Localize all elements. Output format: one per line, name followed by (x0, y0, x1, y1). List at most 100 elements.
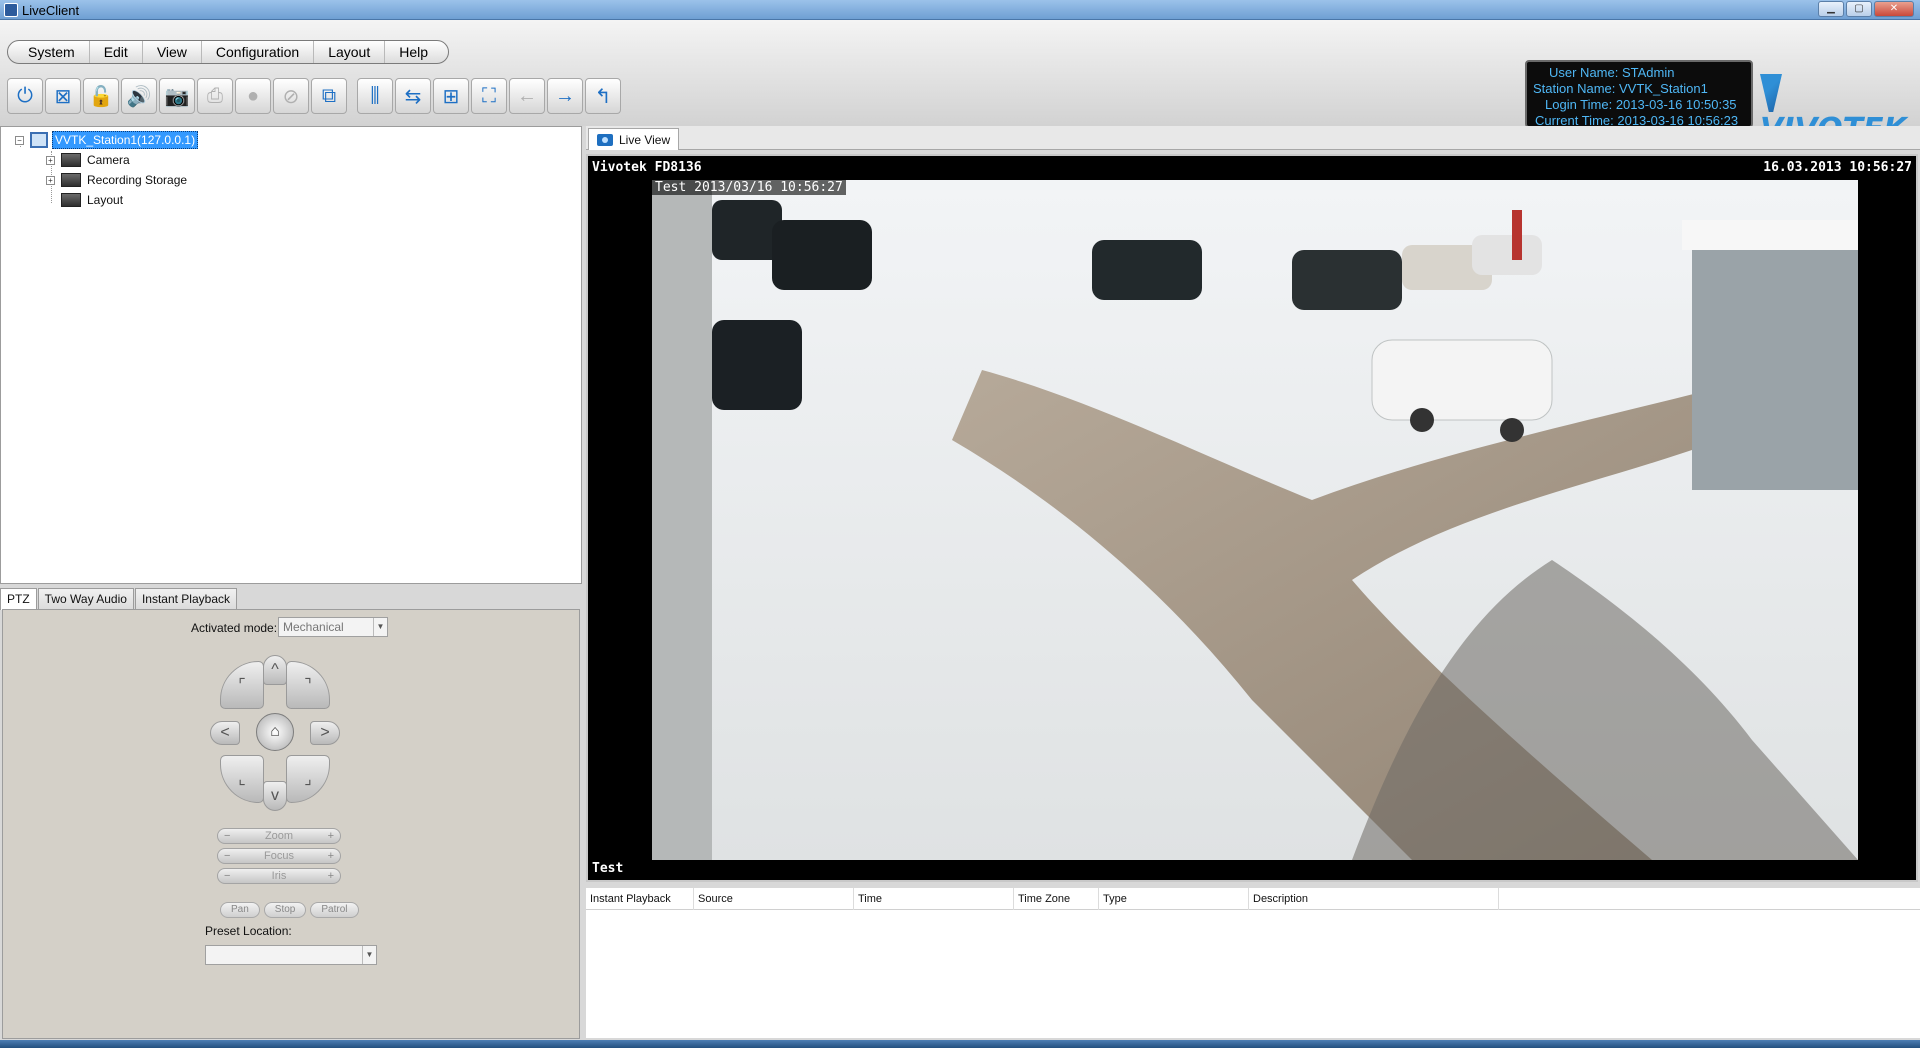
expand-icon[interactable]: + (46, 155, 55, 165)
print-icon[interactable]: ⎙ (197, 78, 233, 114)
ptz-joystick: ⌜ ^ ⌝ < > ⌞ v ⌟ ⌂ (210, 655, 340, 815)
menu-bar: System Edit View Configuration Layout He… (7, 40, 450, 64)
window-title: LiveClient (22, 3, 80, 18)
focus-label: Focus (264, 850, 294, 862)
tree-root-label: VVTK_Station1(127.0.0.1) (52, 131, 199, 149)
patrol-button[interactable]: Patrol (310, 902, 359, 918)
column-time-zone[interactable]: Time Zone (1014, 888, 1099, 910)
menu-configuration[interactable]: Configuration (202, 41, 315, 63)
preset-location-select[interactable]: ▼ (205, 945, 377, 965)
move-right-button[interactable]: > (310, 721, 340, 745)
snapshot-camera-icon[interactable]: 📷 (159, 78, 195, 114)
view-tabbar: Live View (586, 126, 1920, 150)
activated-mode-label: Activated mode: (191, 621, 278, 635)
preset-location-label: Preset Location: (205, 924, 292, 938)
folder-icon (61, 193, 81, 207)
return-icon[interactable]: ↰ (585, 78, 621, 114)
lock-icon[interactable]: 🔓 (83, 78, 119, 114)
tab-ptz[interactable]: PTZ (0, 588, 37, 610)
live-video-frame[interactable]: Vivotek FD8136 16.03.2013 10:56:27 Test … (586, 154, 1918, 882)
network-disconnect-icon[interactable]: ⊠ (45, 78, 81, 114)
column-description[interactable]: Description (1249, 888, 1499, 910)
tab-live-view[interactable]: Live View (588, 128, 680, 150)
tree-item-label: Recording Storage (87, 173, 188, 187)
maximize-button[interactable]: ▢ (1846, 1, 1872, 17)
fullscreen-icon[interactable]: ⛶ (471, 78, 507, 114)
chevron-down-icon: ▼ (362, 946, 376, 964)
tree-item-camera[interactable]: + Camera (46, 151, 130, 169)
computer-icon (30, 132, 48, 148)
tree-item-layout[interactable]: Layout (61, 191, 123, 209)
minimize-button[interactable]: ▁ (1818, 1, 1844, 17)
pan-button[interactable]: Pan (220, 902, 260, 918)
tree-item-label: Camera (87, 153, 130, 167)
move-down-left-button[interactable]: ⌞ (220, 755, 264, 803)
camera-name: Vivotek FD8136 (592, 160, 702, 175)
tab-instant-playback[interactable]: Instant Playback (134, 588, 237, 610)
camera-icon (597, 133, 613, 146)
login-time: Login Time: 2013-03-16 10:50:35 (1545, 97, 1737, 112)
sequence-icon[interactable]: ⇆ (395, 78, 431, 114)
chevron-down-icon: ▼ (373, 618, 387, 636)
switch-view-icon[interactable]: ⧉ (311, 78, 347, 114)
os-taskbar (0, 1040, 1920, 1048)
folder-icon (61, 173, 81, 187)
playback-table-body (586, 910, 1920, 1038)
tree-item-label: Layout (87, 193, 124, 207)
zoom-control[interactable]: − Zoom + (217, 828, 341, 844)
column-time[interactable]: Time (854, 888, 1014, 910)
activated-mode-select[interactable]: Mechanical ▼ (278, 617, 388, 637)
zoom-label: Zoom (264, 830, 294, 842)
zoom-plus-button[interactable]: + (328, 830, 334, 842)
column-source[interactable]: Source (694, 888, 854, 910)
move-up-left-button[interactable]: ⌜ (220, 661, 264, 709)
focus-control[interactable]: − Focus + (217, 848, 341, 864)
tree-item-recording-storage[interactable]: + Recording Storage (46, 171, 187, 189)
move-down-right-button[interactable]: ⌟ (286, 755, 330, 803)
home-icon[interactable]: ⌂ (256, 713, 294, 751)
stop-icon[interactable]: ⊘ (273, 78, 309, 114)
record-icon[interactable]: ● (235, 78, 271, 114)
menu-edit[interactable]: Edit (90, 41, 143, 63)
camera-feed-image: Test 2013/03/16 10:56:27 (652, 180, 1858, 860)
move-down-button[interactable]: v (263, 781, 287, 811)
tree-root[interactable]: − VVTK_Station1(127.0.0.1) (15, 131, 199, 149)
header-area: System Edit View Configuration Layout He… (0, 20, 1920, 147)
toolbar: ⏻ ⊠ 🔓 🔊 📷 ⎙ ● ⊘ ⧉ ⫼ ⇆ ⊞ ⛶ ← → ↰ (7, 78, 621, 114)
video-osd-text: Test 2013/03/16 10:56:27 (652, 180, 846, 195)
split-view-icon[interactable]: ⫼ (357, 78, 393, 114)
playback-table-header: Instant Playback Source Time Time Zone T… (586, 888, 1920, 910)
menu-help[interactable]: Help (385, 41, 442, 63)
expand-icon[interactable]: + (46, 175, 55, 185)
back-arrow-icon[interactable]: ← (509, 78, 545, 114)
ptz-panel: Activated mode: Mechanical ▼ ⌜ ^ ⌝ < > ⌞… (2, 609, 580, 1039)
grid-layout-icon[interactable]: ⊞ (433, 78, 469, 114)
iris-control[interactable]: − Iris + (217, 868, 341, 884)
tab-live-view-label: Live View (619, 132, 671, 147)
stop-button[interactable]: Stop (263, 902, 307, 918)
video-bottom-label: Test (592, 861, 624, 876)
folder-icon (61, 153, 81, 167)
column-type[interactable]: Type (1099, 888, 1249, 910)
menu-layout[interactable]: Layout (314, 41, 386, 63)
move-up-right-button[interactable]: ⌝ (286, 661, 330, 709)
session-info: User Name: STAdmin Station Name: VVTK_St… (1525, 60, 1753, 128)
user-name: User Name: STAdmin (1549, 65, 1675, 80)
device-tree-panel: − VVTK_Station1(127.0.0.1) + Camera + Re… (0, 126, 582, 584)
forward-arrow-icon[interactable]: → (547, 78, 583, 114)
speaker-icon[interactable]: 🔊 (121, 78, 157, 114)
column-instant-playback[interactable]: Instant Playback (586, 888, 694, 910)
iris-label: Iris (271, 870, 287, 882)
close-button[interactable]: ✕ (1874, 1, 1914, 17)
app-icon (4, 3, 18, 17)
tab-two-way-audio[interactable]: Two Way Audio (37, 588, 134, 610)
iris-plus-button[interactable]: + (328, 870, 334, 882)
move-up-button[interactable]: ^ (263, 655, 287, 685)
menu-system[interactable]: System (14, 41, 90, 63)
focus-plus-button[interactable]: + (328, 850, 334, 862)
move-left-button[interactable]: < (210, 721, 240, 745)
collapse-icon[interactable]: − (15, 135, 24, 145)
menu-view[interactable]: View (143, 41, 202, 63)
title-bar: LiveClient ▁ ▢ ✕ (0, 0, 1920, 20)
power-icon[interactable]: ⏻ (7, 78, 43, 114)
